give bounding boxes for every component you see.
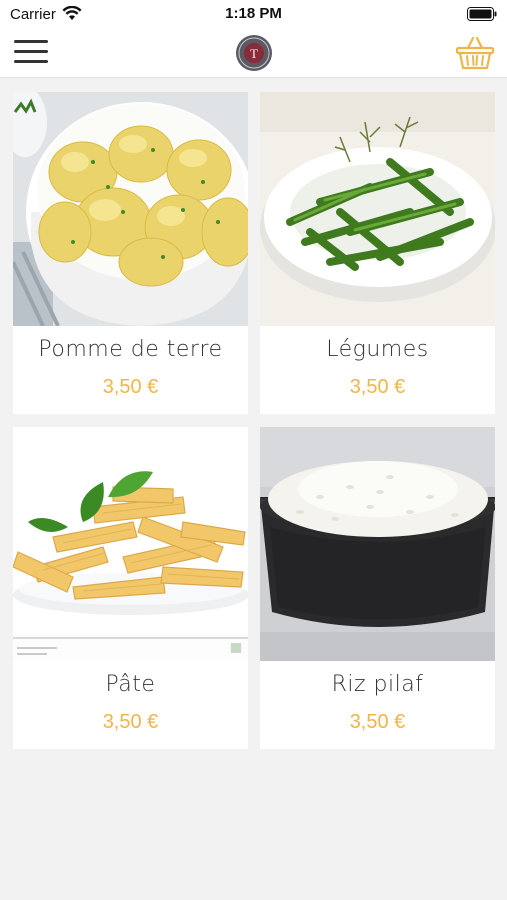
nav-bar: T	[0, 28, 507, 78]
status-time: 1:18 PM	[225, 5, 282, 22]
product-card-pomme-de-terre[interactable]: Pomme de terre 3,50 €	[13, 92, 248, 414]
hamburger-icon-line	[14, 50, 48, 53]
battery-icon	[467, 7, 497, 21]
product-price: 3,50 €	[349, 376, 406, 398]
product-price: 3,50 €	[102, 711, 159, 733]
product-name: Légumes	[326, 337, 429, 362]
potatoes-image	[13, 92, 248, 326]
status-bar: Carrier 1:18 PM	[0, 0, 507, 28]
menu-button[interactable]	[14, 40, 48, 66]
pasta-image	[13, 427, 248, 661]
green-beans-image	[260, 92, 495, 326]
product-card-riz-pilaf[interactable]: Riz pilaf 3,50 €	[260, 427, 495, 749]
product-price: 3,50 €	[349, 711, 406, 733]
product-card-pate[interactable]: Pâte 3,50 €	[13, 427, 248, 749]
product-price: 3,50 €	[102, 376, 159, 398]
product-name: Pomme de terre	[38, 337, 223, 362]
logo: T	[236, 35, 272, 71]
product-name: Riz pilaf	[331, 672, 424, 697]
basket-icon[interactable]	[456, 36, 494, 70]
rice-image	[260, 427, 495, 661]
product-card-legumes[interactable]: Légumes 3,50 €	[260, 92, 495, 414]
hamburger-icon-line	[14, 40, 48, 43]
product-name: Pâte	[105, 672, 156, 697]
hamburger-icon-line	[14, 60, 48, 63]
logo-letter: T	[250, 46, 258, 61]
